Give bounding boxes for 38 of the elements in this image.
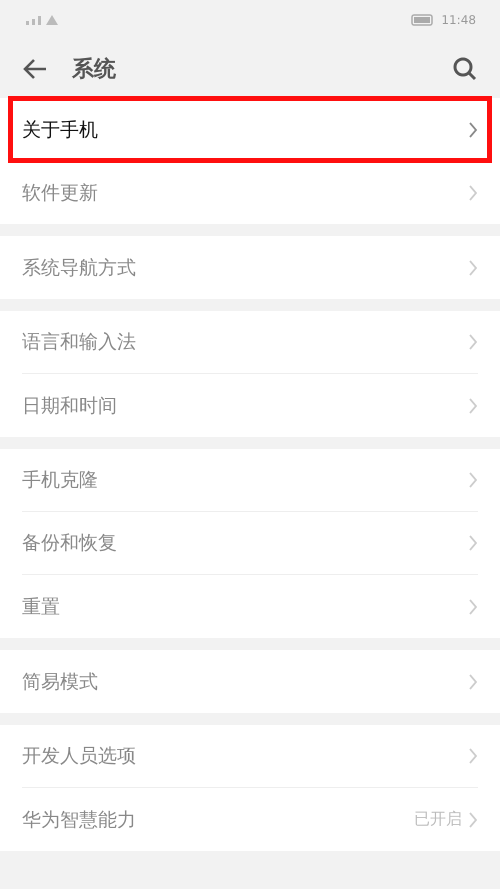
battery-icon [411, 14, 436, 26]
back-arrow-icon[interactable] [22, 58, 48, 80]
item-label: 系统导航方式 [22, 256, 136, 280]
chevron-right-icon [468, 184, 478, 202]
item-label: 关于手机 [22, 118, 98, 142]
chevron-right-icon [468, 598, 478, 616]
item-label: 华为智慧能力 [22, 808, 136, 832]
settings-item[interactable]: 重置 [22, 575, 478, 638]
chevron-right-icon [468, 534, 478, 552]
settings-item[interactable]: 语言和输入法 [22, 311, 478, 374]
chevron-right-icon [468, 810, 478, 828]
settings-item[interactable]: 备份和恢复 [22, 512, 478, 575]
item-label: 日期和时间 [22, 394, 117, 418]
chevron-right-icon [468, 333, 478, 351]
page-title: 系统 [72, 56, 117, 84]
settings-item[interactable]: 日期和时间 [22, 374, 478, 437]
status-time: 11:48 [441, 13, 476, 27]
settings-item[interactable]: 手机克隆 [22, 449, 478, 512]
chevron-right-icon [468, 747, 478, 765]
item-label: 软件更新 [22, 180, 98, 206]
chevron-right-icon [468, 396, 478, 414]
settings-item[interactable]: 关于手机 [10, 98, 490, 161]
settings-item[interactable]: 华为智慧能力 已开启 [22, 788, 478, 851]
chevron-right-icon [468, 471, 478, 489]
item-label: 备份和恢复 [22, 531, 117, 556]
settings-item[interactable]: 软件更新 [22, 161, 478, 224]
signal-icon [24, 13, 60, 27]
item-label: 手机克隆 [22, 468, 98, 493]
chevron-right-icon [468, 258, 478, 276]
item-label: 重置 [22, 594, 60, 620]
item-label: 开发人员选项 [22, 744, 136, 769]
settings-item[interactable]: 开发人员选项 [22, 725, 478, 788]
chevron-right-icon [468, 672, 478, 690]
item-label: 简易模式 [22, 670, 98, 694]
item-value: 已开启 [414, 809, 462, 830]
chevron-right-icon [468, 120, 478, 138]
item-label: 语言和输入法 [22, 330, 136, 355]
search-icon[interactable] [452, 56, 478, 82]
